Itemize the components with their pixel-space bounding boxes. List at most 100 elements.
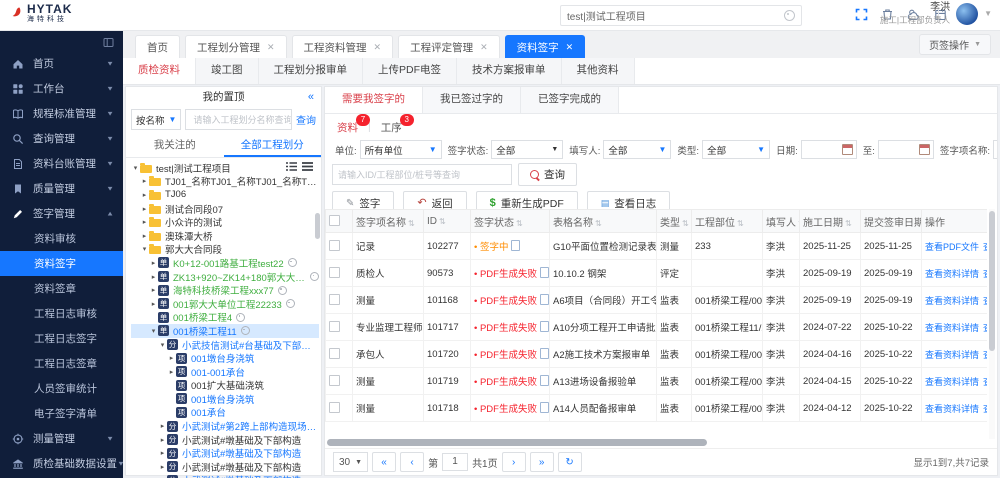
tree-node-4[interactable]: ▸小众许的测试 <box>131 215 319 229</box>
document-icon[interactable] <box>540 294 549 305</box>
search-type-select[interactable]: 按名称 ▼ <box>131 109 181 130</box>
tree-collapsed-icon[interactable]: ▸ <box>158 449 167 457</box>
sort-icon[interactable]: ⇅ <box>845 219 852 228</box>
op-link[interactable]: 查看资料详情 <box>983 242 987 252</box>
column-header-5[interactable]: 工程部位⇅ <box>692 210 763 233</box>
horizontal-scrollbar[interactable] <box>327 439 983 447</box>
type-select[interactable]: 全部▼ <box>702 140 770 159</box>
sidebar-item-11[interactable]: 工程日志签字 <box>0 326 123 351</box>
tab-process[interactable]: 工序 3 <box>381 120 402 135</box>
date-from-input[interactable] <box>801 140 857 159</box>
sidebar-item-3[interactable]: 查询管理▼ <box>0 126 123 151</box>
column-header-0[interactable]: 签字项名称⇅ <box>353 210 424 233</box>
document-icon[interactable] <box>540 321 549 332</box>
sidebar-item-13[interactable]: 人员签审统计 <box>0 376 123 401</box>
tree-tab-0[interactable]: 我关注的 <box>126 134 224 157</box>
tree-node-2[interactable]: ▸TJ06 <box>131 188 319 202</box>
sort-icon[interactable]: ⇅ <box>516 219 523 228</box>
tree-expanded-icon[interactable]: ▾ <box>149 327 158 335</box>
column-header-2[interactable]: 签字状态⇅ <box>471 210 550 233</box>
sidebar-item-8[interactable]: 资料签字 <box>0 251 123 276</box>
row-checkbox[interactable] <box>329 375 340 386</box>
window-tab-2[interactable]: 工程资料管理✕ <box>292 35 394 58</box>
tree-node-23[interactable]: ▸分小武测试#墩基础及下部构造 <box>131 474 319 478</box>
sign-tab-2[interactable]: 已签字完成的 <box>521 87 619 113</box>
tree-node-18[interactable]: 项001承台 <box>131 406 319 420</box>
tab-actions-button[interactable]: 页签操作 ▼ <box>919 34 991 55</box>
tab-data[interactable]: 资料 7 <box>337 120 358 135</box>
sidebar-item-7[interactable]: 资料审核 <box>0 226 123 251</box>
gear-icon[interactable] <box>278 286 287 295</box>
close-icon[interactable]: ✕ <box>480 42 488 53</box>
row-checkbox[interactable] <box>329 294 340 305</box>
op-link[interactable]: 查看关联资料 <box>983 377 987 387</box>
window-tab-4[interactable]: 资料签字✕ <box>505 35 586 58</box>
op-link[interactable]: 查看关联资料 <box>983 296 987 306</box>
doc-tab-1[interactable]: 竣工图 <box>196 58 259 84</box>
doc-tab-5[interactable]: 其他资料 <box>562 58 635 84</box>
tree-scrollbar[interactable] <box>315 213 320 239</box>
sign-tab-0[interactable]: 需要我签字的 <box>325 87 423 113</box>
gear-icon[interactable] <box>241 326 250 335</box>
tree-collapsed-icon[interactable]: ▸ <box>140 191 149 199</box>
sidebar-item-0[interactable]: 首页▼ <box>0 51 123 76</box>
tree-node-17[interactable]: 项001墩台身浇筑 <box>131 392 319 406</box>
tree-collapsed-icon[interactable]: ▸ <box>140 218 149 226</box>
tree-tab-1[interactable]: 全部工程划分 <box>224 134 322 157</box>
column-header-3[interactable]: 表格名称⇅ <box>550 210 657 233</box>
op-link[interactable]: 查看关联资料 <box>983 350 987 360</box>
tree-node-21[interactable]: ▸分小武测试#墩基础及下部构造 <box>131 446 319 460</box>
sidebar-item-14[interactable]: 电子签字清单 <box>0 401 123 426</box>
window-tab-0[interactable]: 首页 <box>135 35 180 58</box>
sidebar-collapse-icon[interactable] <box>103 37 114 48</box>
sort-icon[interactable]: ⇅ <box>595 219 602 228</box>
prev-page-button[interactable]: ‹ <box>400 452 424 472</box>
tree-node-13[interactable]: ▾分小武技信测试#台基础及下部构造 <box>131 338 319 352</box>
tree-search-input[interactable]: 请输入工程划分名称查询 <box>185 109 292 130</box>
tree-collapsed-icon[interactable]: ▸ <box>149 286 158 294</box>
menu-view-icon[interactable] <box>302 162 313 172</box>
sidebar-item-16[interactable]: 质检基础数据设置▼ <box>0 451 123 476</box>
window-tab-1[interactable]: 工程划分管理✕ <box>185 35 287 58</box>
doc-tab-2[interactable]: 工程划分报审单 <box>259 58 364 84</box>
column-header-6[interactable]: 填写人⇅ <box>763 210 800 233</box>
gear-icon[interactable] <box>288 258 297 267</box>
doc-tab-4[interactable]: 技术方案报审单 <box>457 58 562 84</box>
sign-tab-1[interactable]: 我已签过字的 <box>423 87 521 113</box>
tree-expanded-icon[interactable]: ▾ <box>140 245 149 253</box>
document-icon[interactable] <box>540 402 549 413</box>
column-header-1[interactable]: ID⇅ <box>424 210 471 233</box>
doc-tab-0[interactable]: 质检资料 <box>123 58 196 84</box>
tree-node-15[interactable]: ▸项001-001承台 <box>131 365 319 379</box>
close-icon[interactable]: ✕ <box>374 42 382 53</box>
date-to-input[interactable] <box>878 140 934 159</box>
row-checkbox[interactable] <box>329 348 340 359</box>
document-icon[interactable] <box>540 267 549 278</box>
op-link[interactable]: 查看关联资料 <box>983 269 987 279</box>
list-view-icon[interactable] <box>286 162 297 172</box>
tree-collapsed-icon[interactable]: ▸ <box>158 436 167 444</box>
document-icon[interactable] <box>540 375 549 386</box>
close-icon[interactable]: ✕ <box>566 42 574 53</box>
tree-node-19[interactable]: ▸分小武测试#第2跨上部构造现场浇筑 <box>131 419 319 433</box>
sidebar-item-2[interactable]: 规程标准管理▼ <box>0 101 123 126</box>
search-button[interactable]: 查询 <box>518 163 577 186</box>
signitem-select[interactable]: 全部▼ <box>993 140 997 159</box>
sidebar-item-15[interactable]: 测量管理▼ <box>0 426 123 451</box>
tree-node-11[interactable]: 单001桥梁工程4 <box>131 311 319 325</box>
page-number-input[interactable]: 1 <box>442 453 468 471</box>
tree-collapsed-icon[interactable]: ▸ <box>149 273 158 281</box>
sidebar-item-10[interactable]: 工程日志审核 <box>0 301 123 326</box>
tree-collapsed-icon[interactable]: ▸ <box>167 368 176 376</box>
tree-collapsed-icon[interactable]: ▸ <box>167 354 176 362</box>
select-all-checkbox[interactable] <box>329 215 340 226</box>
gear-icon[interactable] <box>310 272 319 281</box>
avatar[interactable] <box>956 3 978 25</box>
sidebar-item-12[interactable]: 工程日志签章 <box>0 351 123 376</box>
tree-node-22[interactable]: ▸分小武测试#墩基础及下部构造 <box>131 460 319 474</box>
column-header-8[interactable]: 提交签审日期⇅ <box>861 210 922 233</box>
project-settings-icon[interactable] <box>784 10 795 21</box>
tree-collapsed-icon[interactable]: ▸ <box>158 422 167 430</box>
last-page-button[interactable]: » <box>530 452 554 472</box>
column-header-9[interactable]: 操作 <box>922 210 988 233</box>
